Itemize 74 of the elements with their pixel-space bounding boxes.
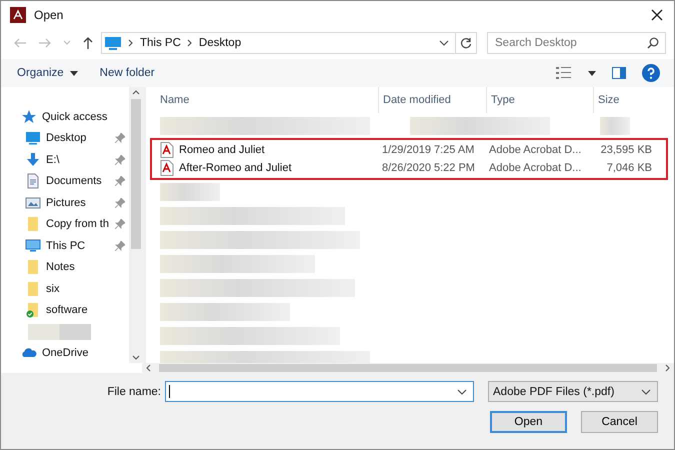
address-bar[interactable]: This PC Desktop: [101, 32, 456, 54]
file-type: Adobe Acrobat D...: [488, 162, 582, 174]
document-icon: [25, 173, 41, 190]
sidebar-item[interactable]: Desktop: [46, 132, 110, 144]
scrollbar[interactable]: [129, 87, 142, 363]
monitor-icon: [104, 36, 122, 50]
organize-button[interactable]: Organize: [11, 65, 84, 81]
refresh-button[interactable]: [456, 32, 477, 54]
column-header[interactable]: Size: [594, 87, 655, 113]
file-name[interactable]: Romeo and Juliet: [179, 144, 265, 156]
breadcrumb[interactable]: Desktop: [198, 37, 242, 49]
caret-right-icon: [665, 364, 670, 372]
caret-down-icon: [70, 70, 78, 76]
sidebar-item[interactable]: E:\: [46, 154, 110, 166]
sidebar-item[interactable]: Documents: [46, 175, 110, 188]
sidebar-item[interactable]: OneDrive: [42, 347, 129, 360]
caret-left-icon: [146, 364, 151, 372]
scrollbar-thumb[interactable]: [130, 99, 140, 249]
column-header[interactable]: Date modified: [379, 87, 487, 113]
field-label: File name:: [107, 386, 161, 398]
search-icon: [647, 37, 659, 49]
blurred-size: [600, 117, 630, 135]
file-type-dropdown[interactable]: Adobe PDF Files (*.pdf): [488, 381, 658, 402]
dialog-button[interactable]: Cancel: [581, 411, 658, 433]
pdf-file-icon: [160, 142, 174, 158]
search-field[interactable]: Search Desktop: [487, 32, 666, 54]
blurred-item: [28, 324, 91, 340]
folder-icon: [25, 280, 41, 297]
monitor-icon: [25, 130, 41, 146]
dialog-button[interactable]: Open: [490, 411, 567, 433]
caret-down-icon: [132, 355, 140, 360]
dropdown-icon: [457, 388, 467, 394]
details-view-icon[interactable]: [556, 67, 572, 79]
file-type: Adobe Acrobat D...: [488, 144, 582, 156]
picture-icon: [25, 194, 41, 211]
folder-icon: [25, 259, 41, 276]
scrollbar[interactable]: [142, 363, 674, 373]
folder-icon: [25, 216, 41, 232]
sidebar-item[interactable]: six: [46, 282, 125, 295]
pdf-file-icon: [160, 160, 174, 176]
folder-check-icon: [25, 302, 41, 318]
sidebar-item[interactable]: software: [46, 304, 125, 316]
caret-up-icon: [132, 90, 140, 95]
help-icon[interactable]: [642, 64, 660, 82]
caret-down-icon[interactable]: [588, 70, 596, 76]
file-size: 7,046 KB: [606, 162, 652, 174]
dropdown-icon[interactable]: [439, 40, 449, 46]
new-folder-button[interactable]: New folder: [94, 65, 161, 81]
sidebar-item[interactable]: Quick access: [42, 110, 129, 123]
sidebar-item[interactable]: Notes: [46, 261, 125, 274]
up-arrow-icon[interactable]: [82, 36, 94, 50]
star-icon: [21, 108, 37, 125]
column-header[interactable]: Name: [156, 87, 379, 113]
date-modified: 8/26/2020 5:22 PM: [381, 162, 476, 174]
chevron-right-icon: [186, 39, 193, 47]
dropdown-icon: [641, 388, 651, 394]
breadcrumb[interactable]: This PC: [140, 37, 181, 49]
refresh-icon: [460, 37, 472, 49]
file-name-field[interactable]: [165, 381, 474, 402]
file-size: 23,595 KB: [600, 144, 652, 156]
column-header[interactable]: Type: [487, 87, 594, 113]
scrollbar-thumb[interactable]: [159, 364, 657, 372]
down-arrow-icon: [25, 152, 41, 168]
preview-pane-icon[interactable]: [612, 67, 626, 79]
file-name[interactable]: After-Romeo and Juliet: [179, 162, 292, 174]
close-icon[interactable]: [650, 8, 664, 22]
sidebar-item[interactable]: Copy from th: [46, 218, 110, 230]
computer-icon: [25, 238, 41, 254]
date-modified: 1/29/2019 7:25 AM: [381, 144, 476, 156]
chevron-right-icon: [128, 39, 134, 47]
window-title: Open: [34, 8, 64, 22]
sidebar-item[interactable]: Pictures: [46, 196, 110, 209]
pdf-logo-icon: [10, 7, 26, 23]
sidebar-item[interactable]: This PC: [46, 240, 110, 252]
